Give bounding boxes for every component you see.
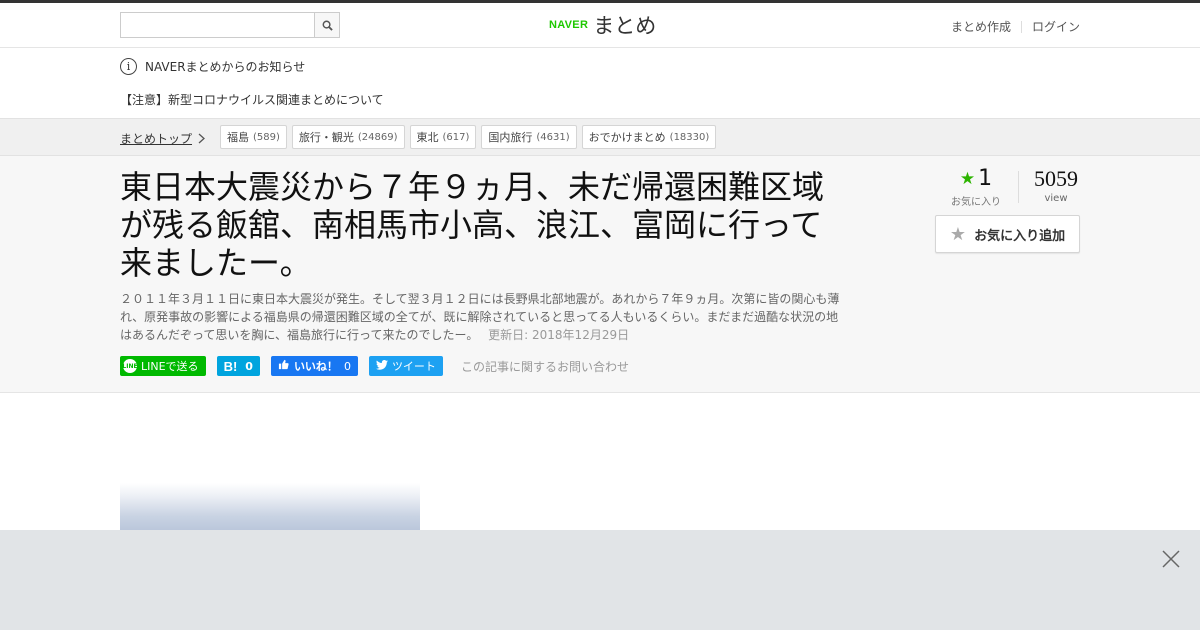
article-description-text: ２０１１年３月１１日に東日本大震災が発生。そして翌３月１２日には長野県北部地震が… (120, 292, 840, 342)
line-share-button[interactable]: LINE LINEで送る (120, 356, 206, 376)
chevron-right-icon (198, 133, 205, 144)
login-link[interactable]: ログイン (1032, 18, 1080, 35)
tag-fukushima[interactable]: 福島 (589) (220, 125, 287, 149)
tweet-label: ツイート (391, 360, 436, 373)
hatena-icon: B! (223, 358, 238, 374)
line-icon: LINE (122, 359, 138, 373)
updated-date: 更新日: 2018年12月29日 (488, 328, 630, 342)
view-number: 5059 (1034, 166, 1078, 191)
site-header: NAVER まとめ まとめ作成 ログイン (0, 3, 1200, 48)
favorites-count: ★ 1 お気に入り (948, 166, 1004, 208)
close-icon[interactable] (1162, 550, 1180, 568)
article-title: 東日本大震災から７年９ヵ月、未だ帰還困難区域が残る飯舘、南相馬市小高、浪江、富岡… (120, 168, 825, 282)
notice-heading: i NAVERまとめからのお知らせ (120, 58, 305, 75)
notice-title: NAVERまとめからのお知らせ (145, 60, 306, 74)
search-input[interactable] (121, 13, 315, 37)
tag-count: (18330) (669, 131, 710, 143)
article-description: ２０１１年３月１１日に東日本大震災が発生。そして翌３月１２日には長野県北部地震が… (120, 290, 846, 344)
tag-count: (617) (442, 131, 470, 143)
hatena-count: 0 (245, 359, 253, 373)
logo-naver-text: NAVER (549, 19, 589, 31)
bottom-ad-overlay (0, 530, 1200, 630)
tag-count: (4631) (536, 131, 570, 143)
tag-outing[interactable]: おでかけまとめ (18330) (581, 125, 717, 149)
breadcrumb-top-link[interactable]: まとめトップ (120, 130, 205, 147)
tag-label: 国内旅行 (488, 131, 533, 144)
line-share-label: LINEで送る (141, 360, 199, 373)
search-icon (322, 20, 333, 31)
favorites-number-row: ★ 1 (948, 166, 1004, 192)
notice-link[interactable]: 【注意】新型コロナウイルス関連まとめについて (120, 91, 384, 108)
tag-tohoku[interactable]: 東北 (617) (409, 125, 477, 149)
tag-count: (24869) (357, 131, 398, 143)
header-link-divider (1020, 20, 1022, 33)
stats-divider (1018, 171, 1019, 203)
tag-label: 東北 (416, 131, 439, 144)
create-matome-link[interactable]: まとめ作成 (951, 18, 1011, 35)
tag-label: 福島 (227, 131, 249, 144)
view-label: view (1044, 193, 1068, 204)
site-logo[interactable]: NAVER まとめ (549, 11, 656, 39)
search-box (120, 12, 340, 38)
add-favorite-button[interactable]: ★ お気に入り追加 (935, 215, 1080, 253)
inquiry-link[interactable]: この記事に関するお問い合わせ (461, 358, 629, 375)
facebook-like-label: いいね！ (293, 360, 338, 373)
logo-matome-text: まとめ (593, 14, 657, 38)
tag-travel[interactable]: 旅行・観光 (24869) (291, 125, 405, 149)
facebook-like-button[interactable]: いいね！ 0 (270, 356, 358, 376)
article-stats: ★ 1 お気に入り 5059 view (935, 166, 1080, 208)
tag-label: おでかけまとめ (588, 131, 666, 144)
tag-label: 旅行・観光 (298, 131, 354, 144)
star-icon: ★ (949, 223, 967, 245)
facebook-like-count: 0 (343, 359, 351, 373)
add-favorite-label: お気に入り追加 (974, 228, 1066, 244)
search-button[interactable] (314, 13, 339, 37)
star-icon: ★ (959, 169, 976, 189)
thumbs-up-icon (278, 359, 289, 373)
tag-domestic-travel[interactable]: 国内旅行 (4631) (481, 125, 577, 149)
hatena-bookmark-button[interactable]: B! 0 (216, 356, 260, 376)
info-icon: i (120, 58, 137, 75)
share-buttons: LINE LINEで送る B! 0 いいね！ 0 ツイート この記事に関するお問… (120, 356, 629, 376)
breadcrumb-bar: まとめトップ 福島 (589) 旅行・観光 (24869) 東北 (617) 国… (0, 118, 1200, 156)
breadcrumb-top-label: まとめトップ (120, 132, 193, 146)
header-links: まとめ作成 ログイン (951, 18, 1080, 35)
category-tags: 福島 (589) 旅行・観光 (24869) 東北 (617) 国内旅行 (46… (220, 125, 721, 149)
tweet-button[interactable]: ツイート (368, 356, 443, 376)
view-count: 5059 view (1027, 166, 1085, 204)
tag-count: (589) (253, 131, 280, 143)
favorites-label: お気に入り (951, 197, 1001, 208)
twitter-bird-icon (375, 359, 388, 373)
favorites-number: 1 (978, 166, 993, 191)
